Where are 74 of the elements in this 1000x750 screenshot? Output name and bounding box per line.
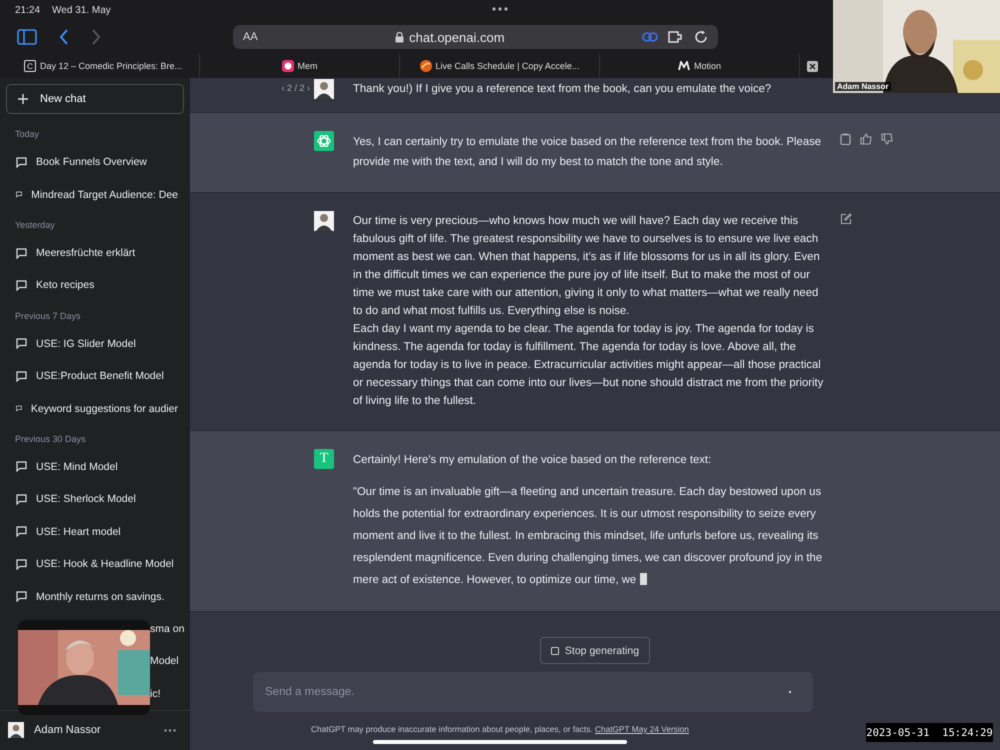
thumbs-up-icon[interactable] xyxy=(860,133,872,145)
chat-icon xyxy=(16,370,27,382)
link-icon[interactable] xyxy=(642,31,658,43)
thumbs-down-icon[interactable] xyxy=(881,133,893,145)
user-name: Adam Nassor xyxy=(34,724,101,736)
new-chat-button[interactable]: New chat xyxy=(6,84,184,114)
chat-icon xyxy=(16,461,27,472)
chat-icon xyxy=(16,591,27,602)
close-icon[interactable] xyxy=(807,60,818,72)
chat-history-item[interactable]: USE: Sherlock Model xyxy=(6,483,184,516)
user-avatar-icon xyxy=(8,722,24,738)
text-size-button[interactable]: AA xyxy=(243,31,258,43)
assistant-avatar: T xyxy=(314,449,334,469)
more-icon[interactable] xyxy=(164,728,176,732)
back-icon[interactable] xyxy=(59,29,69,45)
extension-icon[interactable] xyxy=(668,30,684,44)
clock-time: 21:24 xyxy=(15,4,40,16)
stop-generating-button[interactable]: Stop generating xyxy=(540,637,650,664)
chat-icon xyxy=(16,338,27,350)
assistant-logo-icon xyxy=(314,131,334,151)
version-link[interactable]: ChatGPT May 24 Version xyxy=(595,724,689,734)
lock-icon xyxy=(395,32,404,42)
tab-favicon: C xyxy=(24,60,36,72)
timestamp: 2023-05-31 15:24:29 xyxy=(866,723,993,742)
chat-history-item[interactable]: Keto recipes xyxy=(6,269,184,302)
chat-icon xyxy=(16,156,27,168)
chat-icon xyxy=(16,248,27,259)
chat-icon xyxy=(16,189,22,200)
chat-history-item[interactable]: Mindread Target Audience: Dee xyxy=(6,178,184,211)
chat-history-item[interactable]: Book Funnels Overview xyxy=(6,146,184,178)
section-heading: Yesterday xyxy=(14,218,56,232)
chat-history-item[interactable]: Model xyxy=(150,645,183,678)
typing-cursor xyxy=(640,573,648,585)
edit-icon[interactable] xyxy=(840,213,852,225)
message-text: Certainly! Here's my emulation of the voice based on the reference text: xyxy=(353,453,712,468)
disclaimer-text: ChatGPT may produce inaccurate information about people, places, or facts. xyxy=(311,724,593,734)
chat-history-item[interactable]: USE:Product Benefit Model xyxy=(6,360,184,392)
section-heading: Previous 30 Days xyxy=(14,432,87,446)
stop-icon xyxy=(550,646,559,654)
section-heading: Today xyxy=(14,128,40,142)
chat-history-item[interactable]: USE: Hook & Headline Model xyxy=(6,548,184,580)
user-avatar-icon xyxy=(314,211,334,231)
participant-name: Adam Nassor xyxy=(835,82,891,91)
chat-history-item[interactable]: USE: Heart model xyxy=(6,516,184,548)
chat-history-item[interactable]: sma on xyxy=(150,612,188,646)
chat-history-item[interactable]: ic! xyxy=(150,678,164,710)
date-text: Wed 31. May xyxy=(52,4,111,16)
chat-history-item[interactable]: USE: Mind Model xyxy=(6,450,184,484)
sidebar-toggle-icon[interactable] xyxy=(17,29,37,45)
more-icon[interactable] xyxy=(492,7,508,11)
chat-icon xyxy=(16,526,27,538)
chat-icon xyxy=(16,558,27,570)
tab-favicon-icon xyxy=(420,60,432,72)
chat-history-item[interactable]: USE: IG Slider Model xyxy=(6,328,184,360)
section-heading: Previous 7 Days xyxy=(14,310,82,323)
address-bar[interactable]: AA chat.openai.com xyxy=(233,25,718,49)
tab-favicon-icon xyxy=(678,61,690,71)
chat-history-item[interactable]: Meeresfrüchte erklärt xyxy=(6,236,184,270)
reload-icon[interactable] xyxy=(694,30,708,44)
chat-history-item[interactable]: Keyword suggestions for audier xyxy=(6,392,184,425)
chat-history-item[interactable]: Monthly returns on savings. xyxy=(6,580,184,613)
message-text: "Our time is an invaluable gift—a fleeting and uncertain treasure. Each day bestowed upon us holds the potential for extraordinary experiences. It is our utmost responsibility to seize every moment and live it to the fullest. In embracing this mindset, life unfurls before us, revealing its resplendent magnificence. Even during challenging times, we can discover profound joy in the mere act of existence. However, to optimize our time, we xyxy=(353,485,824,588)
plus-icon xyxy=(18,94,28,104)
response-pager[interactable]: ‹ 2 / 2 › xyxy=(281,83,310,95)
message-input[interactable]: Send a message. xyxy=(253,672,813,712)
chat-icon xyxy=(16,494,27,505)
message-text: Our time is very precious—who knows how much we will have? Each day we receive this fabulous gift of life. The greatest responsibility we have to ourselves is to ensure we live each moment as best we can. When that happens, it’s as if life blossoms for us in all its glory. Even in the difficult times we can experience the pure joy of life itself. But to make the most of our time we must take care with our attention, giving it only to what matters—what we really need to do and what most fulfills us. Everything else is noise. Each day I want my agenda to be clear. The agenda for today is joy. The agenda for today is kindness. The agenda for today is fulfillment. The agenda for today is love. Above all, the agenda for today is to live in peace. Extracurricular activities might appear—all those practical or necessary things that can come into our lives—but none should distract me from the priority of living life to the fullest. xyxy=(353,214,824,409)
chat-icon xyxy=(16,403,22,414)
tab-favicon-icon xyxy=(282,60,294,72)
chat-icon xyxy=(16,280,27,291)
copy-icon[interactable] xyxy=(840,133,851,145)
message-text: Thank you!) If I give you a reference text from the book, can you emulate the voice? xyxy=(353,82,772,97)
url-text: chat.openai.com xyxy=(409,30,505,44)
message-text: Yes, I can certainly try to emulate the voice based on the reference text from the book. Please provide me with the text, and I will do my best to match the tone and style. xyxy=(353,135,822,170)
